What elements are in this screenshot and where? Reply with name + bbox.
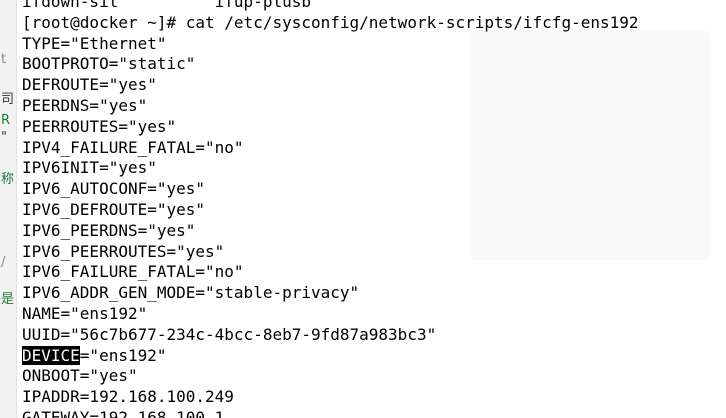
left-pane-gutter: t 司 R " 称 / 是 [0, 0, 17, 418]
terminal-line: IPV6_PEERDNS="yes" [22, 220, 196, 240]
gutter-fragment: / [1, 255, 6, 270]
gutter-fragment: 司 [1, 92, 15, 107]
line-text: ="ens192" [79, 345, 167, 365]
terminal-line: IPV6_FAILURE_FATAL="no" [22, 262, 244, 282]
terminal-line: UUID="56c7b677-234c-4bcc-8eb7-9fd87a983b… [22, 324, 437, 344]
selected-text[interactable]: DEVICE [22, 345, 80, 365]
terminal-line: DEVICE="ens192" [22, 345, 726, 367]
terminal-line: IPADDR=192.168.100.249 [22, 387, 234, 407]
terminal-line: PEERROUTES="yes" [22, 116, 177, 136]
terminal-line: IPV6_PEERROUTES="yes" [22, 241, 225, 261]
terminal-line: PEERDNS="yes" [22, 95, 148, 115]
shell-command-line: [root@docker ~]# cat /etc/sysconfig/netw… [22, 12, 639, 32]
terminal-line: IPV6_AUTOCONF="yes" [22, 179, 206, 199]
gutter-fragment: R [1, 113, 11, 128]
terminal-line: GATEWAY=192.168.100.1 [22, 407, 225, 418]
gutter-fragment: t [1, 52, 7, 67]
terminal-line: BOOTPROTO="static" [22, 54, 196, 74]
terminal-line: TYPE="Ethernet" [22, 33, 167, 53]
terminal-line: DEFROUTE="yes" [22, 75, 157, 95]
gutter-fragment: 是 [1, 292, 15, 307]
terminal-line: IPV6INIT="yes" [22, 158, 157, 178]
terminal-line: IPV6_ADDR_GEN_MODE="stable-privacy" [22, 283, 360, 303]
gutter-fragment: 称 [1, 172, 15, 187]
terminal-output[interactable]: ifdown-sit ifup-plusb [root@docker ~]# ca… [22, 0, 726, 418]
terminal-line: ONBOOT="yes" [22, 366, 138, 386]
terminal-line: IPV6_DEFROUTE="yes" [22, 199, 206, 219]
terminal-line: NAME="ens192" [22, 303, 148, 323]
gutter-fragment: " [1, 130, 7, 145]
terminal-line: ifdown-sit ifup-plusb [22, 0, 311, 11]
terminal-line: IPV4_FAILURE_FATAL="no" [22, 137, 244, 157]
terminal-window: t 司 R " 称 / 是 ifdown-sit ifup-plusb [root@docke… [0, 0, 726, 418]
